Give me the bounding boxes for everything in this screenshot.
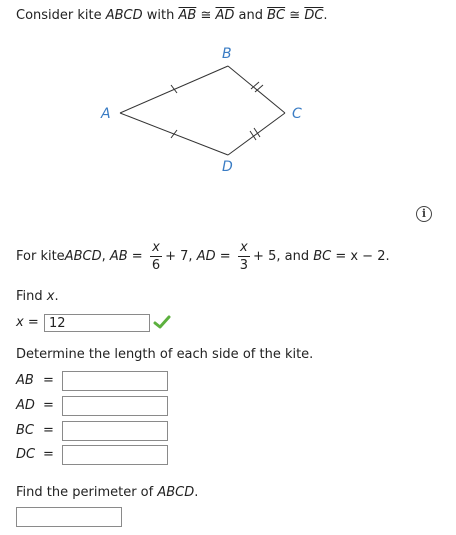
x-input-label: x = xyxy=(16,315,39,330)
segment-bc: BC xyxy=(267,8,286,23)
segment-ad: AD xyxy=(215,8,235,23)
side-label-bc: BC xyxy=(16,423,34,438)
fraction-denominator: 3 xyxy=(239,257,249,273)
given-bc: BC xyxy=(313,248,332,264)
checkmark-icon xyxy=(153,315,171,329)
dc-answer-input[interactable] xyxy=(63,446,167,464)
fraction-x-over-6: x6 xyxy=(149,241,163,273)
perimeter-answer-input[interactable] xyxy=(17,508,121,526)
perimeter-answer-field xyxy=(16,507,122,527)
ad-answer-input[interactable] xyxy=(63,397,167,415)
find-x-prefix: Find xyxy=(16,289,47,304)
side-cd xyxy=(227,112,286,156)
dc-answer-field xyxy=(62,445,168,465)
given-bc-expr: = x − 2. xyxy=(331,248,390,264)
ab-answer-field xyxy=(62,371,168,391)
fraction-numerator: x xyxy=(149,241,163,257)
congruent-symbol: ≅ xyxy=(285,8,305,23)
given-kite-name: ABCD xyxy=(64,248,102,264)
given-ab: AB xyxy=(109,248,128,264)
side-label-dc: DC xyxy=(16,447,36,462)
find-x-suffix: . xyxy=(54,289,59,304)
side-eq-dc: = xyxy=(43,447,54,462)
info-icon[interactable]: i xyxy=(416,206,432,222)
problem-statement: Consider kite ABCD with AB ≅ AD and BC ≅… xyxy=(16,8,328,23)
congruent-symbol: ≅ xyxy=(196,8,216,23)
intro-prefix: Consider kite xyxy=(16,8,106,23)
perimeter-kite-name: ABCD xyxy=(157,485,195,500)
segment-dc: DC xyxy=(304,8,324,23)
given-comma: , xyxy=(101,248,110,264)
x-answer-field xyxy=(44,314,150,332)
ad-answer-field xyxy=(62,396,168,416)
bc-answer-field xyxy=(62,421,168,441)
side-eq-ab: = xyxy=(43,373,54,388)
segment-ab: AB xyxy=(178,8,197,23)
ab-answer-input[interactable] xyxy=(63,372,167,390)
info-icon-glyph: i xyxy=(421,207,427,220)
tick-ad xyxy=(170,129,178,139)
intro-period: . xyxy=(323,8,328,23)
x-answer-input[interactable] xyxy=(45,315,149,331)
perimeter-prompt: Find the perimeter of ABCD. xyxy=(16,485,198,500)
bc-answer-input[interactable] xyxy=(63,422,167,440)
given-eq: = xyxy=(127,248,147,264)
intro-kite-name: ABCD xyxy=(105,8,143,23)
vertex-label-c: C xyxy=(292,106,302,122)
fraction-x-over-3: x3 xyxy=(237,241,251,273)
fraction-numerator: x xyxy=(237,241,251,257)
intro-and: and xyxy=(234,8,268,23)
fraction-denominator: 6 xyxy=(151,257,161,273)
given-eq: = xyxy=(215,248,235,264)
vertex-label-a: A xyxy=(100,106,111,122)
side-label-ab: AB xyxy=(16,373,34,388)
sides-prompt: Determine the length of each side of the… xyxy=(16,347,314,362)
vertex-label-d: D xyxy=(222,159,233,175)
intro-with: with xyxy=(142,8,179,23)
vertex-label-b: B xyxy=(222,46,232,62)
side-bc xyxy=(227,65,286,114)
given-ad: AD xyxy=(196,248,216,264)
side-label-ad: AD xyxy=(16,398,35,413)
perimeter-prefix: Find the perimeter of xyxy=(16,485,158,500)
given-expressions: For kite ABCD, AB = x6 + 7, AD = x3 + 5,… xyxy=(16,240,390,272)
side-eq-bc: = xyxy=(43,423,54,438)
side-eq-ad: = xyxy=(43,398,54,413)
given-plus-five: + 5, and xyxy=(253,248,314,264)
find-x-prompt: Find x. xyxy=(16,289,59,304)
given-prefix: For kite xyxy=(16,248,65,264)
perimeter-suffix: . xyxy=(194,485,199,500)
given-plus-seven: + 7, xyxy=(165,248,197,264)
kite-figure: A B C D xyxy=(100,46,302,175)
